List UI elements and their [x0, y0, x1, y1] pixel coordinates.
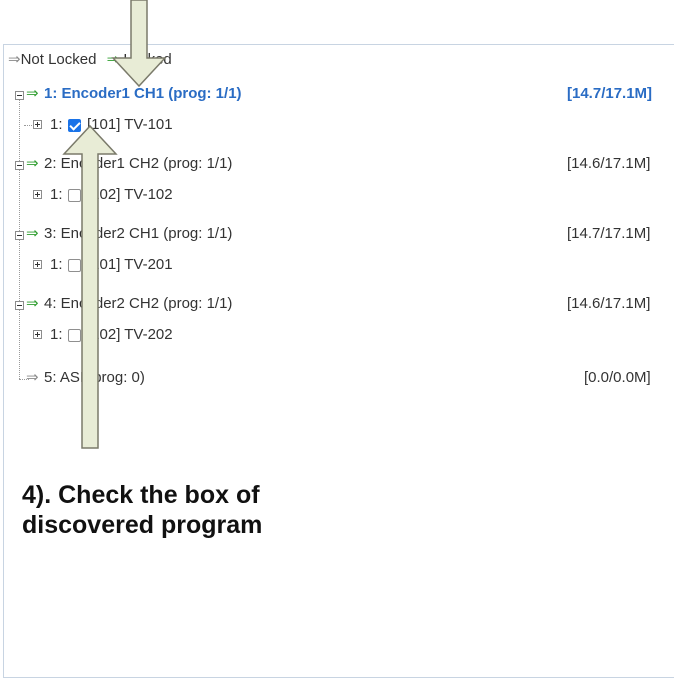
asi-label[interactable]: 5: ASI (prog: 0)	[44, 365, 145, 391]
encoder-bitrate: [14.7/17.1M]	[567, 85, 653, 102]
program-checkbox[interactable]	[68, 189, 81, 202]
collapse-icon[interactable]	[15, 161, 24, 170]
instruction-annotation: 4). Check the box of discovered program	[22, 480, 262, 540]
encoder-bitrate: [14.6/17.1M]	[567, 295, 651, 312]
program-index: 1:	[50, 256, 63, 273]
program-checkbox[interactable]	[68, 259, 81, 272]
program-index: 1:	[50, 326, 63, 343]
locked-arrow-icon: ⇒	[26, 155, 39, 172]
lock-legend: ⇒Not Locked ⇒ Locked	[8, 49, 172, 71]
expand-icon[interactable]	[33, 330, 42, 339]
locked-label: Locked	[123, 51, 172, 68]
program-label: [201] TV-201	[87, 256, 173, 273]
program-label: [101] TV-101	[87, 116, 173, 133]
encoder-label[interactable]: 3: Encoder2 CH1 (prog: 1/1)	[44, 221, 232, 247]
annotation-line-1: 4). Check the box of	[22, 481, 260, 509]
locked-arrow-icon: ⇒	[26, 295, 39, 312]
collapse-icon[interactable]	[15, 91, 24, 100]
encoder-bitrate: [14.6/17.1M]	[567, 155, 651, 172]
program-checkbox[interactable]	[68, 329, 81, 342]
not-locked-arrow-icon: ⇒	[8, 51, 21, 68]
expand-icon[interactable]	[33, 120, 42, 129]
locked-arrow-icon: ⇒	[106, 51, 120, 68]
stream-tree-panel: ⇒Not Locked ⇒ Locked ⇒ 1: Encoder1 CH1 (…	[3, 44, 674, 678]
encoder-label[interactable]: 1: Encoder1 CH1 (prog: 1/1)	[44, 81, 242, 107]
expand-icon[interactable]	[33, 190, 42, 199]
program-index: 1:	[50, 116, 63, 133]
program-checkbox[interactable]	[68, 119, 81, 132]
annotation-line-2: discovered program	[22, 511, 263, 539]
collapse-icon[interactable]	[15, 231, 24, 240]
program-index: 1:	[50, 186, 63, 203]
not-locked-label: Not Locked	[20, 51, 97, 68]
collapse-icon[interactable]	[15, 301, 24, 310]
encoder-bitrate: [14.7/17.1M]	[567, 225, 651, 242]
expand-icon[interactable]	[33, 260, 42, 269]
program-label: [102] TV-102	[87, 186, 173, 203]
locked-arrow-icon: ⇒	[26, 225, 39, 242]
locked-arrow-icon: ⇒	[26, 85, 39, 102]
not-locked-arrow-icon: ⇒	[26, 369, 39, 386]
asi-bitrate: [0.0/0.0M]	[584, 369, 651, 386]
encoder-label[interactable]: 2: Encoder1 CH2 (prog: 1/1)	[44, 151, 232, 177]
encoder-label[interactable]: 4: Encoder2 CH2 (prog: 1/1)	[44, 291, 232, 317]
program-label: [202] TV-202	[87, 326, 173, 343]
